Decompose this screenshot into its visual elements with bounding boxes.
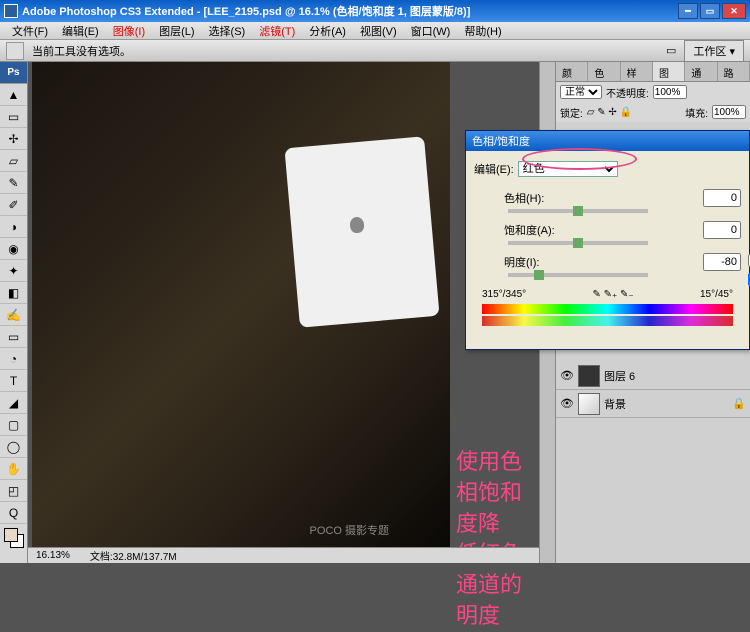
tool-11[interactable]: ▭ bbox=[0, 326, 27, 348]
layer-thumb[interactable] bbox=[578, 365, 600, 387]
sat-input[interactable] bbox=[703, 221, 741, 239]
panel-tab-图层[interactable]: 图层 bbox=[653, 62, 685, 81]
color-swatches[interactable] bbox=[4, 528, 23, 552]
watermark: POCO 摄影专题 bbox=[310, 522, 389, 538]
tool-15[interactable]: ▢ bbox=[0, 414, 27, 436]
canvas-area: 使用色相饱和度降低红色通道的明度 POCO 摄影专题 16.13% 文档:32.… bbox=[28, 62, 539, 563]
panel-tab-通道[interactable]: 通道 bbox=[685, 62, 717, 81]
menu-选择s[interactable]: 选择(S) bbox=[203, 22, 252, 40]
workspace-button[interactable]: 工作区 ▾ bbox=[684, 40, 744, 62]
menu-滤镜t[interactable]: 滤镜(T) bbox=[253, 22, 301, 40]
layer-row[interactable]: 👁 背景 🔒 bbox=[556, 390, 750, 418]
opacity-input[interactable] bbox=[653, 85, 687, 99]
sat-label: 饱和度(A): bbox=[504, 222, 556, 238]
color-strip-bottom[interactable] bbox=[482, 316, 733, 326]
layer-thumb[interactable] bbox=[578, 393, 600, 415]
fill-input[interactable] bbox=[712, 105, 746, 119]
menu-编辑e[interactable]: 编辑(E) bbox=[56, 22, 105, 40]
hue-input[interactable] bbox=[703, 189, 741, 207]
fill-label: 填充: bbox=[685, 105, 708, 120]
ps-logo: Ps bbox=[0, 62, 27, 84]
hue-slider[interactable] bbox=[508, 209, 648, 213]
tool-9[interactable]: ◧ bbox=[0, 282, 27, 304]
tool-0[interactable]: ▲ bbox=[0, 84, 27, 106]
opacity-label: 不透明度: bbox=[606, 85, 649, 100]
panel-tab-样式[interactable]: 样式 bbox=[621, 62, 653, 81]
annotation-text: 使用色相饱和度降低红色通道的明度 bbox=[456, 447, 539, 632]
screen-mode-icon[interactable]: ▭ bbox=[666, 44, 676, 57]
color-strip-top[interactable] bbox=[482, 304, 733, 314]
hue-label: 色相(H): bbox=[504, 190, 556, 206]
options-bar: 当前工具没有选项。 ▭ 工作区 ▾ bbox=[0, 40, 750, 62]
toolbox: Ps ▲▭✢▱✎✐◑◉✦◧✍▭◔T◢▢◯✋◰Q bbox=[0, 62, 28, 563]
titlebar: Adobe Photoshop CS3 Extended - [LEE_2195… bbox=[0, 0, 750, 22]
sat-slider[interactable] bbox=[508, 241, 648, 245]
tool-6[interactable]: ◑ bbox=[0, 216, 27, 238]
panel-tabs: 颜色色板样式图层通道路径 bbox=[556, 62, 750, 82]
edit-row: 编辑(E): 红色 bbox=[474, 161, 741, 177]
options-message: 当前工具没有选项。 bbox=[32, 43, 131, 59]
menu-图层l[interactable]: 图层(L) bbox=[153, 22, 200, 40]
window-title: Adobe Photoshop CS3 Extended - [LEE_2195… bbox=[22, 3, 678, 19]
lig-label: 明度(I): bbox=[504, 254, 556, 270]
tool-12[interactable]: ◔ bbox=[0, 348, 27, 370]
panel-tab-路径[interactable]: 路径 bbox=[718, 62, 750, 81]
hue-saturation-dialog: 色相/饱和度 编辑(E): 红色 色相(H): 饱和度(A): 明度(I): 3… bbox=[465, 130, 750, 350]
lig-input[interactable] bbox=[703, 253, 741, 271]
menu-文件f[interactable]: 文件(F) bbox=[6, 22, 54, 40]
menu-图像i[interactable]: 图像(I) bbox=[107, 22, 151, 40]
app-icon bbox=[4, 4, 18, 18]
tool-3[interactable]: ▱ bbox=[0, 150, 27, 172]
eyedropper-tools[interactable]: ✎ ✎₊ ✎₋ bbox=[592, 289, 633, 300]
blend-mode-select[interactable]: 正常 bbox=[560, 85, 602, 99]
lock-label: 锁定: bbox=[560, 105, 583, 120]
edit-label: 编辑(E): bbox=[474, 161, 514, 177]
tool-13[interactable]: T bbox=[0, 370, 27, 392]
lig-slider[interactable] bbox=[508, 273, 648, 277]
menu-窗口w[interactable]: 窗口(W) bbox=[405, 22, 457, 40]
minimize-button[interactable]: ━ bbox=[678, 3, 698, 19]
tool-8[interactable]: ✦ bbox=[0, 260, 27, 282]
doc-size: 文档:32.8M/137.7M bbox=[90, 548, 177, 563]
tool-5[interactable]: ✐ bbox=[0, 194, 27, 216]
close-button[interactable]: ✕ bbox=[722, 3, 746, 19]
menu-视图v[interactable]: 视图(V) bbox=[354, 22, 403, 40]
degree-row: 315°/345° ✎ ✎₊ ✎₋ 15°/45° bbox=[474, 285, 741, 302]
visibility-icon[interactable]: 👁 bbox=[560, 397, 574, 410]
lock-icon: 🔒 bbox=[732, 397, 746, 410]
menu-分析a[interactable]: 分析(A) bbox=[303, 22, 352, 40]
layer-options: 正常 不透明度: bbox=[556, 82, 750, 102]
tool-4[interactable]: ✎ bbox=[0, 172, 27, 194]
tool-19[interactable]: Q bbox=[0, 502, 27, 524]
tool-7[interactable]: ◉ bbox=[0, 238, 27, 260]
tool-1[interactable]: ▭ bbox=[0, 106, 27, 128]
tool-2[interactable]: ✢ bbox=[0, 128, 27, 150]
dialog-title: 色相/饱和度 bbox=[466, 131, 749, 151]
layer-row[interactable]: 👁 图层 6 bbox=[556, 362, 750, 390]
menu-帮助h[interactable]: 帮助(H) bbox=[458, 22, 507, 40]
tool-18[interactable]: ◰ bbox=[0, 480, 27, 502]
layer-name: 图层 6 bbox=[604, 368, 635, 384]
status-bar: 16.13% 文档:32.8M/137.7M bbox=[28, 547, 539, 563]
visibility-icon[interactable]: 👁 bbox=[560, 369, 574, 382]
document-canvas[interactable] bbox=[32, 62, 450, 547]
panel-tab-色板[interactable]: 色板 bbox=[588, 62, 620, 81]
window-buttons: ━ ▭ ✕ bbox=[678, 3, 746, 19]
tool-17[interactable]: ✋ bbox=[0, 458, 27, 480]
fg-color[interactable] bbox=[4, 528, 18, 542]
menubar: 文件(F)编辑(E)图像(I)图层(L)选择(S)滤镜(T)分析(A)视图(V)… bbox=[0, 22, 750, 40]
tool-14[interactable]: ◢ bbox=[0, 392, 27, 414]
tool-10[interactable]: ✍ bbox=[0, 304, 27, 326]
maximize-button[interactable]: ▭ bbox=[700, 3, 720, 19]
tool-16[interactable]: ◯ bbox=[0, 436, 27, 458]
layer-name: 背景 bbox=[604, 396, 626, 412]
layer-lock-row: 锁定: ▱ ✎ ✢ 🔒 填充: bbox=[556, 102, 750, 122]
lock-icons[interactable]: ▱ ✎ ✢ 🔒 bbox=[587, 107, 632, 118]
tool-preset-icon[interactable] bbox=[6, 42, 24, 60]
edit-select[interactable]: 红色 bbox=[518, 161, 618, 177]
zoom-value[interactable]: 16.13% bbox=[36, 550, 70, 561]
panel-tab-颜色[interactable]: 颜色 bbox=[556, 62, 588, 81]
